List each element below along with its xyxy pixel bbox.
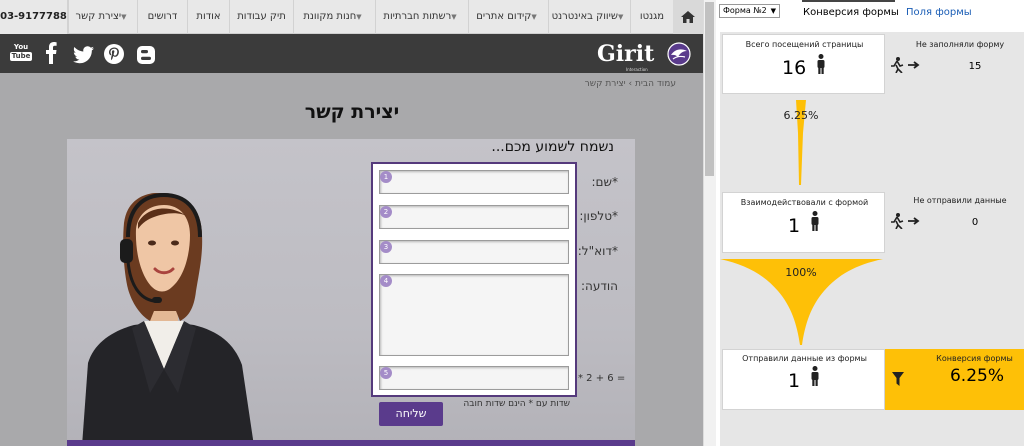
not-filled-value: 15 [968,61,982,72]
sent-value: 1 [788,370,801,392]
home-button[interactable] [673,0,703,34]
pinterest-icon[interactable] [104,43,124,65]
funnel-step-1-percent: 6.25% [783,109,819,122]
funnel-step-2-percent: 100% [785,266,817,279]
exit-runner-icon [891,213,920,229]
email-label: *דוא"ל: [577,244,618,258]
field-number-badge: 1 [380,171,392,183]
nav-item-label: דרושים [147,11,178,22]
nav-item-label: קידום אתרים [476,11,532,22]
field-number-badge: 5 [380,367,392,379]
nav-item-label: אודות [196,11,221,22]
nav-item-contact[interactable]: ▼יצירת קשר [68,0,137,34]
visits-title: Всего посещений страницы [745,40,864,49]
support-agent-photo [82,193,254,446]
nav-item-social-networks[interactable]: ▼רשתות חברתיות [375,0,468,34]
required-fields-note: שדות עם * הינם שדות חובה [463,399,570,409]
nav-phone: 03-9177788 [0,0,68,34]
name-label: *שם: [591,175,618,189]
form-select-value: Форма №2 [723,6,767,15]
field-number-badge: 4 [380,275,392,287]
not-sent-value: 0 [971,217,979,228]
home-icon [681,11,695,23]
youtube-icon[interactable]: You Tube [10,43,32,65]
person-icon [817,54,825,74]
nav-item-label: חנות מקוונת [303,11,357,22]
nav-item-label: מגנטו [639,11,665,22]
facebook-icon[interactable] [45,42,57,64]
captcha-input[interactable] [379,366,569,390]
youtube-icon-text: Tube [10,52,32,61]
not-sent-title: Не отправили данные [913,196,1007,205]
message-textarea[interactable] [379,274,569,356]
field-number-badge: 3 [380,241,392,253]
nav-item-online-store[interactable]: ▼חנות מקוונת [293,0,375,34]
captcha-question: * 2 + 6 = [578,373,626,384]
visits-card: Всего посещений страницы 16 [722,34,885,94]
site-logo[interactable]: Girit [597,41,654,67]
phone-input[interactable] [379,205,569,229]
send-button[interactable]: שליחה [379,402,443,426]
footer-accent-line [67,440,635,446]
form-select[interactable]: Форма №2 ▼ [719,4,780,18]
blogger-icon[interactable] [137,44,155,66]
person-icon [811,366,819,386]
form-subtitle: נשמח לשמוע מכם... [491,139,614,155]
site-logo-subtitle: Interaction [626,67,648,72]
twitter-icon[interactable] [73,44,94,66]
top-navigation: 03-9177788 ▼יצירת קשר דרושים אודות תיק ע… [0,0,703,34]
breadcrumb[interactable]: עמוד הבית › יצירת קשר [560,79,676,89]
page-title: יצירת קשר [304,101,400,123]
active-tab-indicator [802,0,895,2]
chevron-down-icon: ▼ [770,7,776,15]
field-number-badge: 2 [380,206,392,218]
conversion-value: 6.25% [949,366,1004,386]
exit-runner-icon [891,57,920,73]
sent-title: Отправили данные из формы [742,354,867,363]
not-filled-title: Не заполняли форму [915,40,1005,49]
sent-card: Отправили данные из формы 1 [722,349,885,410]
conversion-card: Конверсия формы 6.25% [885,349,1024,410]
website-pane: 03-9177788 ▼יצירת קשר דרושים אודות תיק ע… [0,0,703,446]
scrollbar-thumb[interactable] [705,2,714,176]
tab-form-fields[interactable]: Поля формы [906,7,972,18]
name-input[interactable] [379,170,569,194]
nav-item-label: שיווק באינטרנט [551,11,618,22]
nav-item-magento[interactable]: מגנטו [630,0,673,34]
nav-item-internet-marketing[interactable]: ▼שיווק באינטרנט [548,0,630,34]
brand-bar: You Tube Girit Interaction [0,34,703,73]
youtube-icon-text: You [13,43,29,51]
tab-form-conversion[interactable]: Конверсия формы [803,7,899,18]
phone-label: *טלפון: [579,209,618,223]
visits-value: 16 [782,57,807,79]
interacted-title: Взаимодействовали с формой [740,198,869,207]
interacted-value: 1 [788,215,801,237]
email-input[interactable] [379,240,569,264]
conversion-title: Конверсия формы [936,354,1013,363]
nav-item-portfolio[interactable]: תיק עבודות [229,0,293,34]
message-label: הודעה: [580,279,618,293]
funnel-icon [892,372,904,386]
person-icon [811,211,819,231]
logo-mark-icon [667,42,691,66]
interacted-card: Взаимодействовали с формой 1 [722,192,885,253]
nav-item-label: יצירת קשר [75,11,122,22]
nav-item-about[interactable]: אודות [187,0,229,34]
nav-item-seo[interactable]: ▼קידום אתרים [468,0,548,34]
nav-item-jobs[interactable]: דרושים [137,0,187,34]
nav-item-label: תיק עבודות [237,11,286,22]
nav-item-label: רשתות חברתיות [383,11,452,22]
